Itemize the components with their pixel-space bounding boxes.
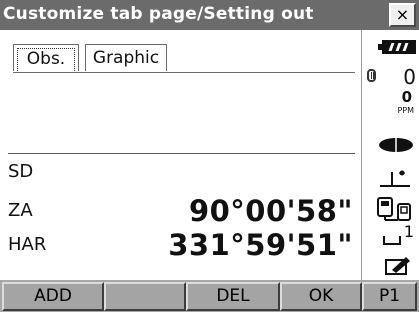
softkey-bar: ADD DEL OK P1 [0, 280, 419, 312]
screen: Customize tab page/Setting out × Obs. Gr… [0, 0, 419, 312]
status-column: 0 0 PPM 1 [361, 30, 419, 280]
prism-icon[interactable] [367, 69, 376, 82]
softkey-page[interactable]: P1 [362, 282, 417, 311]
tab-graphic[interactable]: Graphic [85, 44, 167, 71]
tilt-level-icon[interactable] [378, 168, 412, 188]
za-value: 90°00'58" [188, 194, 353, 228]
battery-icon[interactable] [378, 40, 416, 54]
ppm-label: PPM [397, 106, 414, 115]
softkey-empty[interactable] [104, 282, 186, 311]
title-bar: Customize tab page/Setting out × [0, 0, 419, 30]
har-value: 331°59'51" [168, 228, 353, 262]
softkey-del[interactable]: DEL [186, 282, 280, 311]
tab-obs[interactable]: Obs. [13, 44, 79, 71]
har-label: HAR [8, 234, 47, 255]
tab-obs-label: Obs. [17, 48, 75, 71]
target-icon[interactable] [376, 137, 416, 153]
tab-underline [13, 72, 355, 73]
main-panel: Obs. Graphic SD ZA 90°00'58" HAR 331°59'… [0, 30, 361, 280]
ppm-value[interactable]: 0 [402, 88, 412, 106]
input-mode-number: 1 [403, 222, 414, 241]
input-mode-icon[interactable]: 1 [382, 222, 414, 248]
softkey-add[interactable]: ADD [2, 282, 104, 311]
window-title: Customize tab page/Setting out [3, 4, 314, 24]
sd-label: SD [8, 161, 34, 182]
memory-icon[interactable] [384, 254, 412, 276]
softkey-ok[interactable]: OK [280, 282, 362, 311]
prism-constant: 0 [403, 65, 416, 89]
close-button[interactable]: × [389, 3, 416, 27]
communication-icon[interactable] [376, 196, 414, 222]
za-label: ZA [8, 200, 33, 221]
section-divider [8, 153, 355, 154]
